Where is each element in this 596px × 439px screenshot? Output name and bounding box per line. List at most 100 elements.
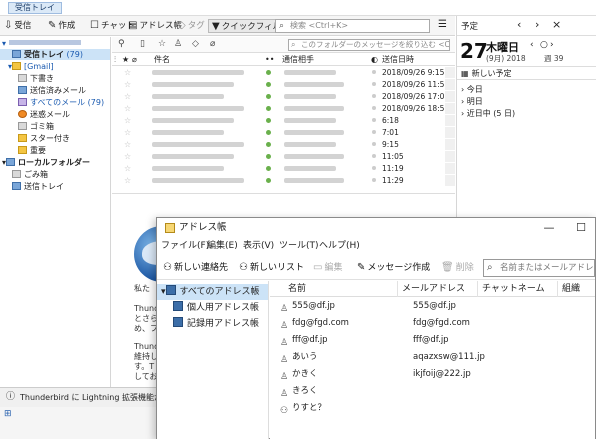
junk-status-icon[interactable] — [372, 82, 376, 86]
star-icon[interactable]: ☆ — [124, 115, 131, 126]
new-contact-button[interactable]: ⚇ 新しい連絡先 — [163, 261, 228, 275]
scrollbar-track[interactable] — [445, 115, 455, 126]
scrollbar-track[interactable] — [445, 67, 455, 78]
thread-column-icon[interactable]: ⫶ — [114, 55, 116, 65]
folder-junk[interactable]: 迷惑メール — [18, 109, 70, 120]
message-row[interactable]: ☆ 7:01 — [112, 127, 455, 138]
maximize-icon[interactable]: ☐ — [567, 218, 595, 238]
star-icon[interactable]: ☆ — [124, 163, 131, 174]
read-status-icon[interactable] — [266, 82, 271, 87]
star-icon[interactable]: ☆ — [124, 139, 131, 150]
message-row[interactable]: ☆ 11:05 — [112, 151, 455, 162]
new-event-button[interactable]: ▦ 新しい予定 — [457, 66, 596, 80]
prev-icon[interactable]: ‹ — [530, 40, 534, 50]
contact-row[interactable]: ♙ 555@df.jp 555@df.jp — [270, 298, 595, 314]
close-icon[interactable]: × — [552, 18, 561, 31]
read-status-icon[interactable] — [266, 142, 271, 147]
message-row[interactable]: ☆ 2018/09/26 18:53 — [112, 103, 455, 114]
message-row[interactable]: ☆ 2018/09/26 9:15 — [112, 67, 455, 78]
hamburger-icon[interactable]: ☰ — [438, 19, 450, 32]
receive-button[interactable]: ⇩ 受信 — [4, 19, 31, 33]
folder-drafts[interactable]: 下書き — [18, 73, 54, 84]
folder-gmail[interactable]: ▾ [Gmail] — [8, 61, 54, 72]
star-icon[interactable]: ☆ — [124, 151, 131, 162]
junk-status-icon[interactable] — [372, 154, 376, 158]
message-row[interactable]: ☆ 9:15 — [112, 139, 455, 150]
book-collected[interactable]: 記録用アドレス帳 — [157, 316, 268, 332]
folder-inbox[interactable]: 受信トレイ (79) — [0, 49, 110, 60]
delete-button[interactable]: 🗑 削除 — [441, 261, 474, 275]
menu-tools[interactable]: ツール(T) — [279, 238, 319, 254]
agenda-tomorrow[interactable]: › 明日 — [461, 96, 483, 107]
agenda-upcoming[interactable]: › 近日中 (5 日) — [461, 108, 515, 119]
column-date[interactable]: 送信日時 — [382, 55, 414, 65]
new-list-button[interactable]: ⚇ 新しいリスト — [239, 261, 304, 275]
junk-column-icon[interactable]: ◐ — [371, 55, 378, 65]
scrollbar-track[interactable] — [445, 127, 455, 138]
star-icon[interactable]: ☆ — [124, 175, 131, 186]
menu-view[interactable]: 表示(V) — [243, 238, 274, 254]
message-row[interactable]: ☆ 11:19 — [112, 163, 455, 174]
scrollbar-track[interactable] — [445, 163, 455, 174]
junk-status-icon[interactable] — [372, 94, 376, 98]
pin-icon[interactable]: ⚲ — [118, 39, 125, 49]
column-name[interactable]: 名前 — [270, 281, 398, 297]
unread-filter-icon[interactable]: ▯ — [140, 39, 145, 49]
folder-sent[interactable]: 送信済みメール — [18, 85, 86, 96]
junk-status-icon[interactable] — [372, 70, 376, 74]
agenda-today[interactable]: › 今日 — [461, 84, 483, 95]
scrollbar-track[interactable] — [445, 139, 455, 150]
scrollbar-track[interactable] — [445, 103, 455, 114]
folder-all-mail[interactable]: すべてのメール (79) — [18, 97, 104, 108]
message-row[interactable]: ☆ 6:18 — [112, 115, 455, 126]
contact-row[interactable]: ♙ fdg@fgd.com fdg@fgd.com — [270, 315, 595, 331]
attachment-column-icon[interactable]: ⌀ — [132, 55, 137, 65]
compose-button[interactable]: ✎ 作成 — [48, 19, 75, 33]
message-row[interactable]: ☆ 2018/09/26 11:56 — [112, 79, 455, 90]
contact-filter-icon[interactable]: ♙ — [174, 39, 182, 49]
scrollbar-track[interactable] — [445, 79, 455, 90]
prev-day-icon[interactable]: ‹ — [517, 18, 521, 31]
contact-row[interactable]: ⚇ りすと？ — [270, 400, 595, 416]
junk-status-icon[interactable] — [372, 166, 376, 170]
edit-button[interactable]: ▭ 編集 — [313, 261, 342, 275]
message-row[interactable]: ☆ 11:29 — [112, 175, 455, 186]
column-email[interactable]: メールアドレス — [398, 281, 478, 297]
read-status-icon[interactable] — [266, 154, 271, 159]
menu-help[interactable]: ヘルプ(H) — [319, 238, 360, 254]
folder-important[interactable]: 重要 — [18, 145, 46, 156]
read-status-icon[interactable] — [266, 106, 271, 111]
read-status-icon[interactable] — [266, 94, 271, 99]
read-status-icon[interactable] — [266, 130, 271, 135]
junk-status-icon[interactable] — [372, 142, 376, 146]
contact-search-input[interactable]: ⌕ 名前またはメールアドレス — [483, 259, 595, 277]
book-all[interactable]: ▾ すべてのアドレス帳 — [157, 284, 268, 300]
quick-filter-input[interactable]: ⌕ このフォルダーのメッセージを絞り込む <Ctrl+Shift+K> — [288, 39, 450, 51]
message-row[interactable]: ☆ 2018/09/26 17:03 — [112, 91, 455, 102]
folder-trash[interactable]: ゴミ箱 — [18, 121, 54, 132]
scrollbar-track[interactable] — [445, 91, 455, 102]
menu-edit[interactable]: 編集(E) — [207, 238, 238, 254]
address-book-button[interactable]: ▤ アドレス帳 — [128, 19, 182, 33]
mail-search-input[interactable]: ⌕ 検索 <Ctrl+K> — [275, 19, 430, 33]
contact-row[interactable]: ♙ fff@df.jp fff@df.jp — [270, 332, 595, 348]
menu-file[interactable]: ファイル(F) — [161, 238, 209, 254]
column-subject[interactable]: 件名 — [154, 55, 170, 65]
book-personal[interactable]: 個人用アドレス帳 — [157, 300, 268, 316]
column-organization[interactable]: 組織 — [558, 281, 595, 297]
contact-row[interactable]: ♙ かきく ikjfoij@222.jp — [270, 366, 595, 382]
tab-inbox[interactable]: 受信トレイ — [8, 2, 62, 14]
minimize-icon[interactable]: — — [535, 218, 563, 238]
tag-button[interactable]: ◇ タグ — [178, 19, 205, 33]
next-icon[interactable]: › — [550, 40, 554, 50]
folder-outbox[interactable]: 送信トレイ — [12, 181, 64, 192]
folder-local-trash[interactable]: ごみ箱 — [12, 169, 48, 180]
scrollbar-track[interactable] — [445, 175, 455, 186]
junk-status-icon[interactable] — [372, 178, 376, 182]
folder-local[interactable]: ▾ ローカルフォルダー — [2, 157, 90, 168]
junk-status-icon[interactable] — [372, 106, 376, 110]
star-icon[interactable]: ☆ — [124, 103, 131, 114]
network-icon[interactable]: ⊞ — [4, 409, 12, 419]
junk-status-icon[interactable] — [372, 130, 376, 134]
account-row[interactable]: ▾ — [2, 38, 110, 49]
